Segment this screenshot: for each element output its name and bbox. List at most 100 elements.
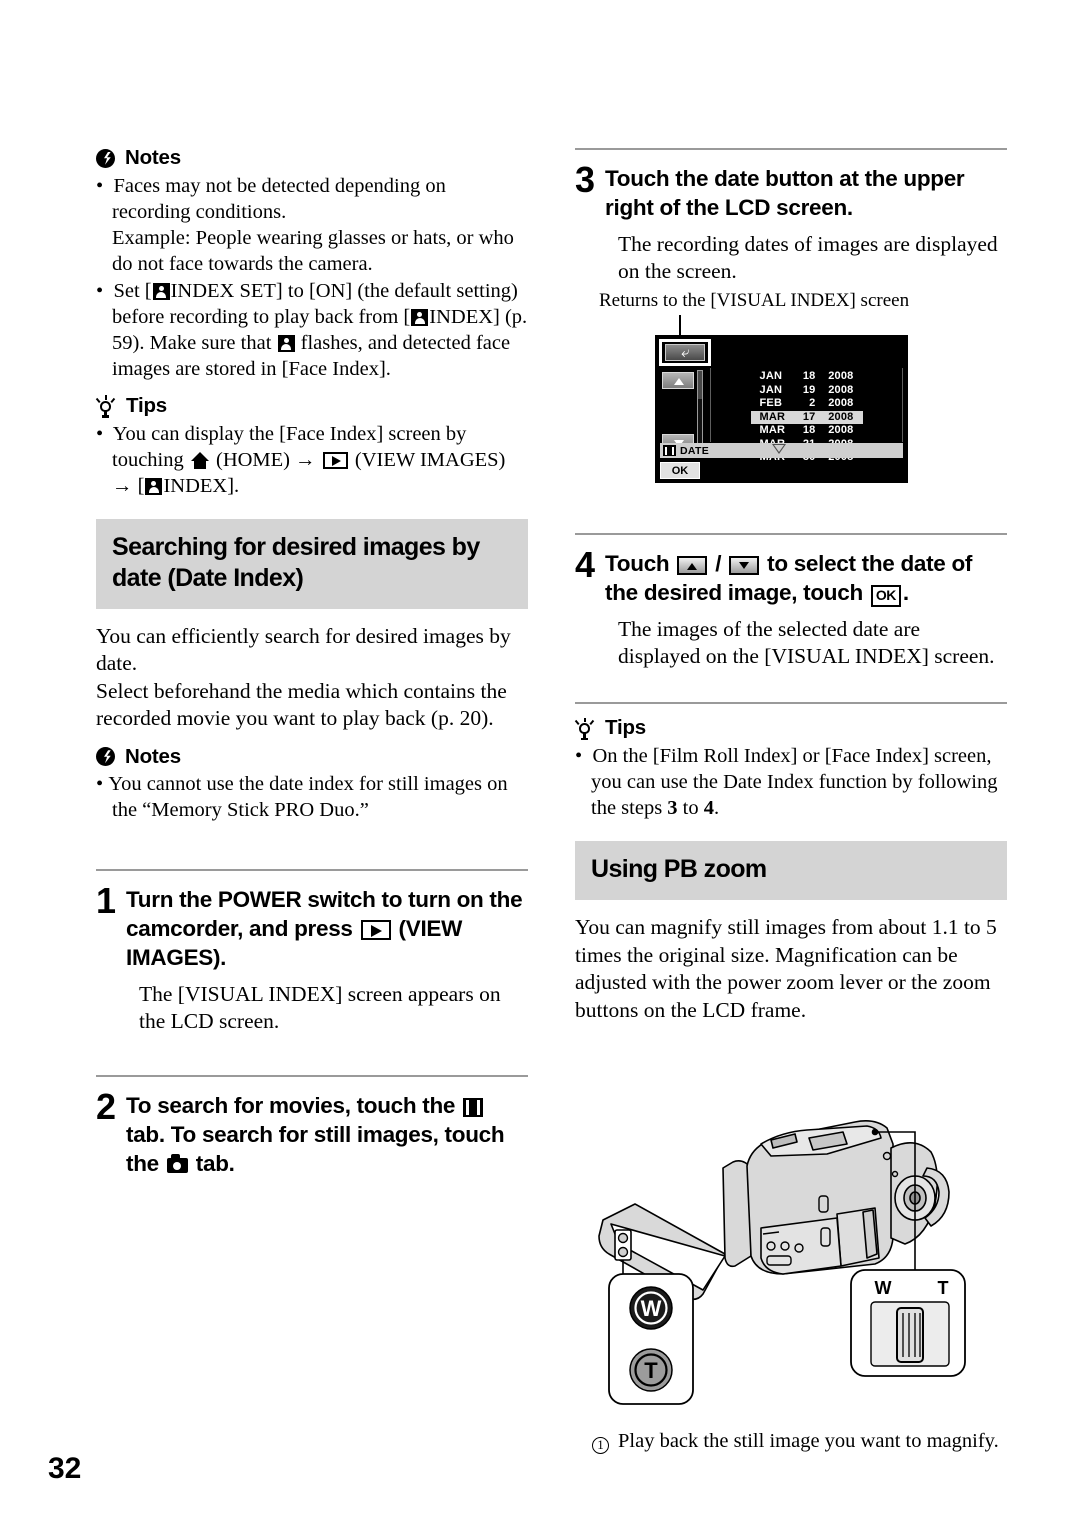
lightbulb-icon bbox=[574, 717, 595, 740]
date-month: MAR bbox=[759, 410, 786, 423]
lcd-return-button[interactable]: ⤷ bbox=[659, 339, 711, 366]
list-item[interactable]: JAN 18 2008 bbox=[711, 370, 902, 384]
list-item[interactable]: JAN 19 2008 bbox=[711, 384, 902, 398]
step-heading: Touch the date button at the upper right… bbox=[605, 166, 965, 220]
step-1-body: The [VISUAL INDEX] screen appears on the… bbox=[139, 982, 501, 1033]
date-index-intro-1: You can efficiently search for desired i… bbox=[96, 623, 511, 676]
scroll-up-icon[interactable] bbox=[662, 372, 694, 389]
divider bbox=[575, 533, 1007, 535]
step-number: 3 bbox=[575, 159, 596, 200]
notes-label: Notes bbox=[125, 744, 181, 768]
section-banner-pb-zoom: Using PB zoom bbox=[575, 841, 1007, 900]
step-number: 1 bbox=[96, 880, 117, 921]
lcd-date-tab-label: DATE bbox=[680, 444, 710, 457]
tip-text: to bbox=[677, 797, 704, 819]
date-month: MAR bbox=[759, 424, 786, 436]
still-camera-icon bbox=[166, 1154, 188, 1173]
step-4-body: The images of the selected date are disp… bbox=[618, 617, 995, 668]
tip-item: On the [Film Roll Index] or [Face Index]… bbox=[575, 743, 1007, 821]
camcorder-illustration: W T W T bbox=[575, 1108, 1015, 1408]
date-day: 18 bbox=[802, 424, 816, 436]
note-text: Faces may not be detected depending on r… bbox=[112, 174, 446, 223]
step-heading-text: tab. bbox=[189, 1151, 235, 1176]
tip-text: . bbox=[714, 797, 720, 819]
step-heading-text: . bbox=[902, 580, 909, 605]
view-images-icon bbox=[360, 920, 391, 940]
notes-list-1: Faces may not be detected depending on r… bbox=[96, 173, 528, 382]
right-column: 3 Touch the date button at the upper rig… bbox=[574, 148, 1007, 1024]
return-arrow-icon: ⤷ bbox=[680, 343, 690, 361]
list-item[interactable]: FEB 2 2008 bbox=[711, 397, 902, 411]
lcd-scrollbar-thumb[interactable] bbox=[698, 399, 702, 447]
list-item-selected[interactable]: MAR 17 2008 bbox=[750, 410, 863, 424]
lcd-figure: Returns to the [VISUAL INDEX] screen ⤷ J… bbox=[575, 289, 1007, 483]
face-index-icon bbox=[411, 308, 429, 326]
tips-label: Tips bbox=[126, 393, 167, 417]
lcd-date-list: JAN 18 2008 JAN 19 2008 FEB 2 2008 MAR 17 2008 M… bbox=[710, 368, 903, 463]
divider bbox=[96, 869, 528, 871]
step-ref: 4 bbox=[703, 797, 714, 819]
up-arrow-button-icon bbox=[677, 556, 708, 575]
notes-label: Notes bbox=[125, 146, 181, 169]
step-heading-text: / bbox=[709, 551, 728, 576]
date-month: JAN bbox=[759, 383, 783, 396]
pb-zoom-body: You can magnify still images from about … bbox=[575, 915, 997, 1022]
note-example-text: Example: People wearing glasses or hats,… bbox=[112, 226, 514, 275]
notes-heading-1: Notes bbox=[96, 146, 528, 169]
tips-label: Tips bbox=[605, 716, 646, 740]
zoom-lever-wide-label: W bbox=[875, 1278, 892, 1298]
list-item[interactable]: MAR 18 2008 bbox=[711, 424, 902, 438]
date-index-intro-2: Select beforehand the media which contai… bbox=[96, 678, 507, 731]
date-day: 17 bbox=[802, 410, 816, 423]
film-strip-icon bbox=[663, 445, 676, 456]
note-burst-icon bbox=[96, 747, 115, 767]
manual-page: Notes Faces may not be detected dependin… bbox=[0, 0, 1080, 1535]
tip-text: (HOME) → bbox=[210, 448, 321, 471]
left-column: Notes Faces may not be detected dependin… bbox=[95, 146, 528, 1178]
tip-text: INDEX]. bbox=[163, 474, 240, 497]
tip-text: On the [Film Roll Index] or [Face Index]… bbox=[591, 745, 998, 819]
divider bbox=[575, 702, 1007, 704]
tip-item: You can display the [Face Index] screen … bbox=[96, 421, 528, 499]
notes-list-2: You cannot use the date index for still … bbox=[96, 771, 528, 823]
tips-list-1: You can display the [Face Index] screen … bbox=[96, 421, 528, 499]
date-month: FEB bbox=[759, 397, 783, 409]
step-heading-text: Turn the POWER switch to turn on the cam… bbox=[126, 887, 523, 941]
notes-heading-2: Notes bbox=[96, 744, 528, 768]
pb-zoom-step-1-caption: 1 Play back the still image you want to … bbox=[592, 1428, 999, 1454]
lcd-figure-caption: Returns to the [VISUAL INDEX] screen bbox=[599, 290, 910, 311]
divider bbox=[96, 1075, 528, 1077]
step-3-body: The recording dates of images are displa… bbox=[618, 232, 998, 283]
step-heading: To search for movies, touch the tab. To … bbox=[126, 1091, 528, 1178]
date-year: 2008 bbox=[828, 397, 854, 409]
lcd-ok-button[interactable]: OK bbox=[660, 462, 700, 479]
note-text: Set [ bbox=[113, 279, 152, 302]
view-images-icon bbox=[322, 451, 348, 469]
note-item: Faces may not be detected depending on r… bbox=[96, 173, 528, 277]
lightbulb-icon bbox=[95, 395, 116, 418]
step-heading-text: To search for movies, touch the bbox=[126, 1093, 462, 1118]
tips-heading-1: Tips bbox=[95, 393, 528, 418]
face-index-icon bbox=[152, 282, 170, 300]
date-year: 2008 bbox=[828, 410, 854, 423]
date-month: JAN bbox=[759, 370, 783, 382]
step-heading: Turn the POWER switch to turn on the cam… bbox=[126, 885, 528, 972]
lcd-screen-mock: ⤷ JAN 18 2008 JAN 19 2008 FEB 2 2008 MAR… bbox=[655, 335, 908, 483]
step-1: 1 Turn the POWER switch to turn on the c… bbox=[96, 880, 528, 972]
date-year: 2008 bbox=[828, 370, 854, 382]
film-strip-icon bbox=[463, 1098, 484, 1117]
lcd-date-tab[interactable]: DATE bbox=[660, 443, 903, 458]
tips-list-2: On the [Film Roll Index] or [Face Index]… bbox=[575, 743, 1007, 821]
step-heading: Touch / to select the date of the desire… bbox=[605, 549, 1007, 607]
face-index-icon bbox=[277, 334, 295, 352]
zoom-lever-tele-label: T bbox=[938, 1278, 949, 1298]
step-ref: 3 bbox=[667, 797, 678, 819]
step-number: 4 bbox=[575, 544, 596, 585]
date-year: 2008 bbox=[828, 383, 854, 396]
callout-line bbox=[679, 315, 681, 335]
note-item: You cannot use the date index for still … bbox=[96, 771, 528, 823]
date-day: 18 bbox=[802, 370, 816, 382]
chevron-down-icon bbox=[772, 444, 786, 454]
section-banner-date-index: Searching for desired images by date (Da… bbox=[96, 518, 528, 609]
circled-number-1: 1 bbox=[592, 1436, 609, 1454]
